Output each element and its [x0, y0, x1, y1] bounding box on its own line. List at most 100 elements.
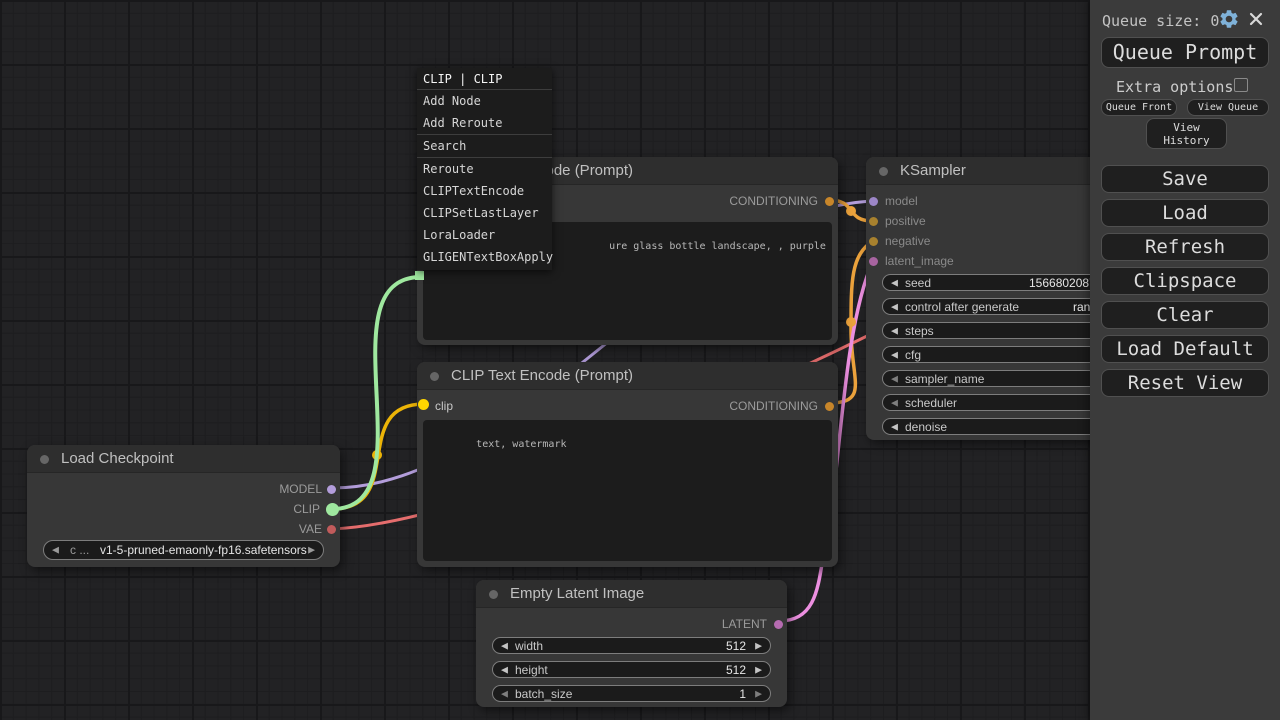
decrement-arrow-icon[interactable] — [891, 350, 898, 359]
node-title-bar[interactable]: Load Checkpoint — [27, 445, 340, 473]
denoise-widget[interactable]: denoise — [882, 418, 1104, 435]
prev-value-arrow-icon[interactable] — [891, 398, 898, 407]
node-collapse-dot[interactable] — [489, 590, 498, 599]
batch-size-widget[interactable]: batch_size 1 — [492, 685, 771, 702]
input-label-clip: clip — [435, 400, 453, 412]
output-dot-conditioning[interactable] — [825, 197, 834, 206]
context-menu: CLIP | CLIP Add Node Add Reroute Search … — [417, 68, 552, 270]
widget-label: steps — [905, 324, 934, 338]
view-history-label: View History — [1163, 121, 1209, 147]
menu-item-gligentextboxapply[interactable]: GLIGENTextBoxApply — [417, 246, 552, 268]
output-label-latent: LATENT — [722, 618, 767, 630]
input-dot-latent-image[interactable] — [869, 257, 878, 266]
context-menu-header: CLIP | CLIP — [417, 68, 552, 90]
menu-item-search[interactable]: Search — [417, 135, 552, 157]
widget-value: v1-5-pruned-emaonly-fp16.safetensors — [100, 543, 307, 557]
queue-front-button[interactable]: Queue Front — [1101, 99, 1177, 116]
widget-label: control after generate — [905, 300, 1019, 314]
widget-label: width — [515, 639, 543, 653]
increment-arrow-icon[interactable] — [755, 641, 762, 650]
widget-value: 512 — [726, 663, 746, 677]
link-dot-negative — [846, 317, 856, 327]
prev-value-arrow-icon[interactable] — [891, 374, 898, 383]
save-button[interactable]: Save — [1101, 165, 1269, 193]
widget-label: cfg — [905, 348, 921, 362]
queue-prompt-button[interactable]: Queue Prompt — [1101, 37, 1269, 68]
sampler-name-widget[interactable]: sampler_name — [882, 370, 1104, 387]
link-clip — [332, 404, 424, 509]
node-empty-latent-image[interactable]: Empty Latent Image LATENT width 512 heig… — [476, 580, 787, 707]
node-load-checkpoint[interactable]: Load Checkpoint MODEL CLIP VAE c ... v1-… — [27, 445, 340, 567]
view-queue-button[interactable]: View Queue — [1187, 99, 1269, 116]
clipspace-button[interactable]: Clipspace — [1101, 267, 1269, 295]
drag-link-clip — [332, 277, 421, 509]
width-widget[interactable]: width 512 — [492, 637, 771, 654]
menu-item-add-reroute[interactable]: Add Reroute — [417, 112, 552, 134]
output-dot-vae[interactable] — [327, 525, 336, 534]
queue-size-label: Queue size: 0 — [1102, 12, 1219, 30]
height-widget[interactable]: height 512 — [492, 661, 771, 678]
node-title-bar[interactable]: CLIP Text Encode (Prompt) — [417, 362, 838, 390]
decrement-arrow-icon[interactable] — [501, 665, 508, 674]
node-title-bar[interactable]: KSampler — [866, 157, 1120, 185]
input-dot-negative[interactable] — [869, 237, 878, 246]
decrement-arrow-icon[interactable] — [891, 302, 898, 311]
prompt-textarea[interactable]: text, watermark — [423, 420, 832, 561]
node-collapse-dot[interactable] — [879, 167, 888, 176]
next-value-arrow-icon[interactable] — [308, 546, 315, 555]
increment-arrow-icon[interactable] — [755, 665, 762, 674]
node-ksampler[interactable]: KSampler model positive negative latent_… — [866, 157, 1120, 440]
refresh-button[interactable]: Refresh — [1101, 233, 1269, 261]
load-default-button[interactable]: Load Default — [1101, 335, 1269, 363]
input-label-latent-image: latent_image — [885, 255, 954, 267]
widget-value: ran — [1073, 300, 1090, 314]
input-dot-model[interactable] — [869, 197, 878, 206]
close-icon[interactable] — [1248, 11, 1264, 27]
menu-item-clipsetlastlayer[interactable]: CLIPSetLastLayer — [417, 202, 552, 224]
node-title: KSampler — [900, 162, 966, 179]
decrement-arrow-icon[interactable] — [501, 641, 508, 650]
increment-arrow-icon[interactable] — [755, 689, 762, 698]
prompt-text: text, watermark — [476, 439, 566, 450]
seed-widget[interactable]: seed 1566802087 — [882, 274, 1104, 291]
widget-label: seed — [905, 276, 931, 290]
reset-view-button[interactable]: Reset View — [1101, 369, 1269, 397]
menu-item-cliptextencode[interactable]: CLIPTextEncode — [417, 180, 552, 202]
cfg-widget[interactable]: cfg — [882, 346, 1104, 363]
output-dot-latent[interactable] — [774, 620, 783, 629]
link-dot-positive — [846, 206, 856, 216]
node-clip-text-encode-negative[interactable]: CLIP Text Encode (Prompt) clip CONDITION… — [417, 362, 838, 567]
control-after-generate-widget[interactable]: control after generate ran — [882, 298, 1104, 315]
steps-widget[interactable]: steps — [882, 322, 1104, 339]
decrement-arrow-icon[interactable] — [891, 422, 898, 431]
node-collapse-dot[interactable] — [40, 455, 49, 464]
output-dot-model[interactable] — [327, 485, 336, 494]
menu-item-reroute[interactable]: Reroute — [417, 158, 552, 180]
output-label-clip: CLIP — [293, 503, 320, 515]
input-dot-clip[interactable] — [418, 399, 429, 410]
widget-label: denoise — [905, 420, 947, 434]
output-dot-clip[interactable] — [326, 503, 339, 516]
node-collapse-dot[interactable] — [430, 372, 439, 381]
menu-item-loraloader[interactable]: LoraLoader — [417, 224, 552, 246]
settings-gear-icon[interactable] — [1218, 8, 1240, 30]
decrement-arrow-icon[interactable] — [501, 689, 508, 698]
scheduler-widget[interactable]: scheduler — [882, 394, 1104, 411]
ckpt-name-widget[interactable]: c ... v1-5-pruned-emaonly-fp16.safetenso… — [43, 540, 324, 560]
decrement-arrow-icon[interactable] — [891, 278, 898, 287]
extra-options-checkbox[interactable] — [1234, 78, 1248, 92]
view-history-button[interactable]: View History — [1146, 118, 1227, 149]
widget-label: sampler_name — [905, 372, 984, 386]
node-canvas[interactable]: Load Checkpoint MODEL CLIP VAE c ... v1-… — [0, 0, 1280, 720]
clear-button[interactable]: Clear — [1101, 301, 1269, 329]
load-button[interactable]: Load — [1101, 199, 1269, 227]
decrement-arrow-icon[interactable] — [891, 326, 898, 335]
widget-label: height — [515, 663, 548, 677]
node-title-bar[interactable]: Empty Latent Image — [476, 580, 787, 608]
output-dot-conditioning[interactable] — [825, 402, 834, 411]
menu-item-add-node[interactable]: Add Node — [417, 90, 552, 112]
extra-options-label: Extra options — [1116, 78, 1233, 96]
prev-value-arrow-icon[interactable] — [52, 546, 59, 555]
input-dot-positive[interactable] — [869, 217, 878, 226]
widget-label: batch_size — [515, 687, 572, 701]
